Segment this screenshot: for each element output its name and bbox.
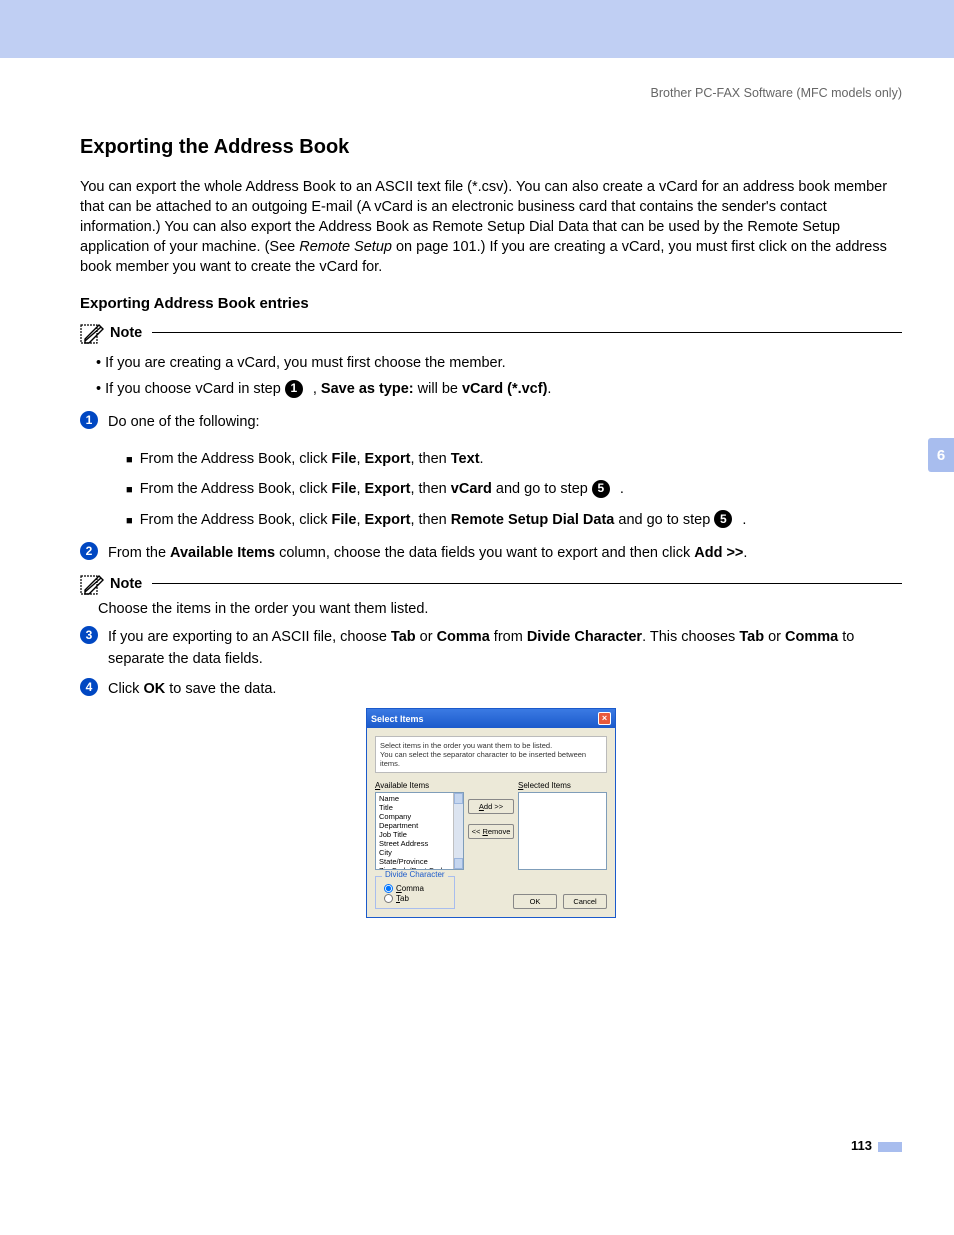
comma-radio[interactable]: Comma [384,884,446,893]
content: Exporting the Address Book You can expor… [0,100,954,918]
dialog-title: Select Items [371,714,424,724]
list-item[interactable]: Department [377,821,462,830]
top-bar [0,0,954,58]
step-4-icon: 4 [80,678,98,696]
subsection-title: Exporting Address Book entries [80,295,902,312]
step-1-option: From the Address Book, click File, Expor… [126,474,902,504]
step-1-option: From the Address Book, click File, Expor… [126,444,902,474]
step-1: 1 Do one of the following: From the Addr… [80,412,902,535]
page-title: Exporting the Address Book [80,136,902,159]
list-item[interactable]: Job Title [377,830,462,839]
note-header-1: Note [80,322,902,344]
close-icon[interactable]: × [598,712,611,725]
divide-character-group: Divide Character Comma Tab [375,876,455,909]
list-item[interactable]: Company [377,812,462,821]
note-2-body: Choose the items in the order you want t… [98,601,902,617]
header-text: Brother PC-FAX Software (MFC models only… [0,58,954,100]
selected-items-list[interactable] [518,792,607,870]
dialog-instructions: Select items in the order you want them … [375,736,607,773]
step-ref-5-icon: 5 [592,480,610,498]
step-ref-1-icon: 1 [285,380,303,398]
tab-radio[interactable]: Tab [384,894,446,903]
note-icon [80,573,106,595]
available-items-label: Available Items [375,781,464,790]
note-label: Note [110,325,142,341]
cancel-button[interactable]: Cancel [563,894,607,909]
step-4: 4 Click OK to save the data. [80,679,902,701]
step-2: 2 From the Available Items column, choos… [80,543,902,565]
note-icon [80,322,106,344]
note-1-list: If you are creating a vCard, you must fi… [96,350,902,402]
note-1-item: If you are creating a vCard, you must fi… [96,350,902,376]
intro-paragraph: You can export the whole Address Book to… [80,177,902,277]
selected-items-label: Selected Items [518,781,607,790]
list-item[interactable]: Name [377,794,462,803]
step-ref-5-icon: 5 [714,510,732,528]
list-item[interactable]: Title [377,803,462,812]
list-item[interactable]: City [377,848,462,857]
scrollbar[interactable] [453,793,463,869]
page-number: 113 [851,1138,872,1153]
note-label: Note [110,576,142,592]
step-1-option: From the Address Book, click File, Expor… [126,505,902,535]
note-rule [152,583,902,584]
step-3: 3 If you are exporting to an ASCII file,… [80,627,902,671]
available-items-list[interactable]: NameTitleCompanyDepartmentJob TitleStree… [375,792,464,870]
note-1-item: If you choose vCard in step 1, Save as t… [96,376,902,402]
step-1-options: From the Address Book, click File, Expor… [126,444,902,535]
step-1-icon: 1 [80,411,98,429]
add-button[interactable]: Add >> [468,799,514,814]
chapter-tab: 6 [928,438,954,472]
remove-button[interactable]: << Remove [468,824,514,839]
step-2-icon: 2 [80,542,98,560]
step-3-icon: 3 [80,626,98,644]
list-item[interactable]: State/Province [377,857,462,866]
footer-mark [878,1142,902,1152]
page-footer: 113 [0,1138,954,1173]
note-header-2: Note [80,573,902,595]
note-rule [152,332,902,333]
dialog-screenshot: Select Items × Select items in the order… [366,708,616,918]
dialog-titlebar: Select Items × [367,709,615,728]
list-item[interactable]: Street Address [377,839,462,848]
ok-button[interactable]: OK [513,894,557,909]
